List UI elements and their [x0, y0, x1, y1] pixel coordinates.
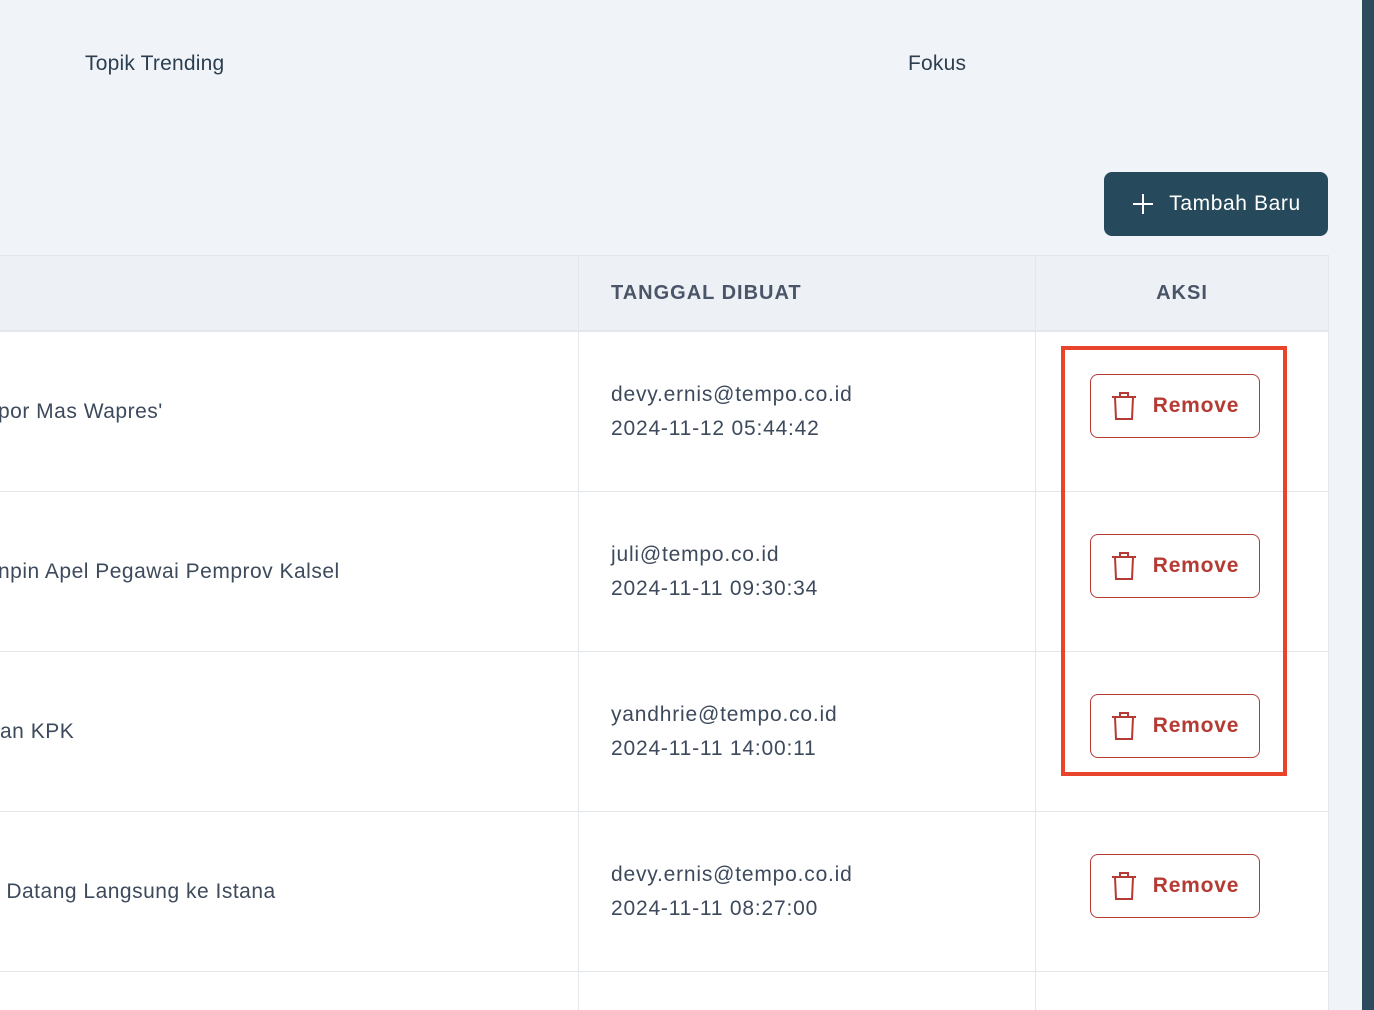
- remove-label: Remove: [1152, 874, 1240, 897]
- column-divider: [578, 255, 579, 1010]
- column-divider: [1035, 255, 1036, 1010]
- table-row: Datang Langsung ke Istana devy.ernis@tem…: [0, 812, 1328, 972]
- data-table: TANGGAL DIBUAT AKSI por Mas Wapres' devy…: [0, 255, 1329, 1010]
- remove-button[interactable]: Remove: [1090, 534, 1260, 598]
- row-creator: yandhrie@tempo.co.id: [611, 702, 838, 726]
- remove-button[interactable]: Remove: [1090, 374, 1260, 438]
- trash-icon: [1111, 872, 1136, 900]
- remove-label: Remove: [1152, 714, 1240, 737]
- table-row: npin Apel Pegawai Pemprov Kalsel juli@te…: [0, 492, 1328, 652]
- row-creator: juli@tempo.co.id: [611, 542, 780, 566]
- row-title: Datang Langsung ke Istana: [0, 879, 276, 903]
- table-row: an KPK yandhrie@tempo.co.id 2024-11-11 1…: [0, 652, 1328, 812]
- row-title: an KPK: [0, 719, 75, 743]
- row-title: npin Apel Pegawai Pemprov Kalsel: [0, 559, 340, 583]
- row-meta: juli@tempo.co.id 2024-11-11 09:30:34: [611, 492, 818, 651]
- row-date: 2024-11-11 08:27:00: [611, 896, 819, 920]
- tab-topik-trending[interactable]: Topik Trending: [85, 52, 224, 76]
- add-new-label: Tambah Baru: [1169, 192, 1301, 215]
- tab-fokus[interactable]: Fokus: [908, 52, 966, 76]
- row-meta: yandhrie@tempo.co.id 2024-11-11 14:00:11: [611, 652, 837, 811]
- trash-icon: [1111, 392, 1136, 420]
- remove-button[interactable]: Remove: [1090, 854, 1260, 918]
- page: Topik Trending Fokus Tambah Baru TANGGAL…: [0, 0, 1374, 1010]
- row-creator: devy.ernis@tempo.co.id: [611, 862, 853, 886]
- row-date: 2024-11-11 09:30:34: [611, 576, 819, 600]
- header-aksi: AKSI: [1156, 282, 1208, 304]
- row-date: 2024-11-11 14:00:11: [611, 736, 817, 760]
- trash-icon: [1111, 712, 1136, 740]
- row-title: por Mas Wapres': [0, 399, 163, 423]
- table-row: por Mas Wapres' devy.ernis@tempo.co.id 2…: [0, 332, 1328, 492]
- add-new-button[interactable]: Tambah Baru: [1104, 172, 1328, 236]
- row-meta: devy.ernis@tempo.co.id 2024-11-12 05:44:…: [611, 332, 853, 491]
- plus-icon: [1133, 194, 1154, 214]
- remove-label: Remove: [1152, 394, 1240, 417]
- row-meta: devy.ernis@tempo.co.id 2024-11-11 08:27:…: [611, 812, 853, 971]
- scrollbar[interactable]: [1362, 0, 1374, 1010]
- row-date: 2024-11-12 05:44:42: [611, 416, 820, 440]
- header-tanggal-dibuat[interactable]: TANGGAL DIBUAT: [611, 256, 802, 331]
- trash-icon: [1111, 552, 1136, 580]
- remove-label: Remove: [1152, 554, 1240, 577]
- row-creator: devy.ernis@tempo.co.id: [611, 382, 853, 406]
- table-header: TANGGAL DIBUAT AKSI: [0, 255, 1328, 332]
- remove-button[interactable]: Remove: [1090, 694, 1260, 758]
